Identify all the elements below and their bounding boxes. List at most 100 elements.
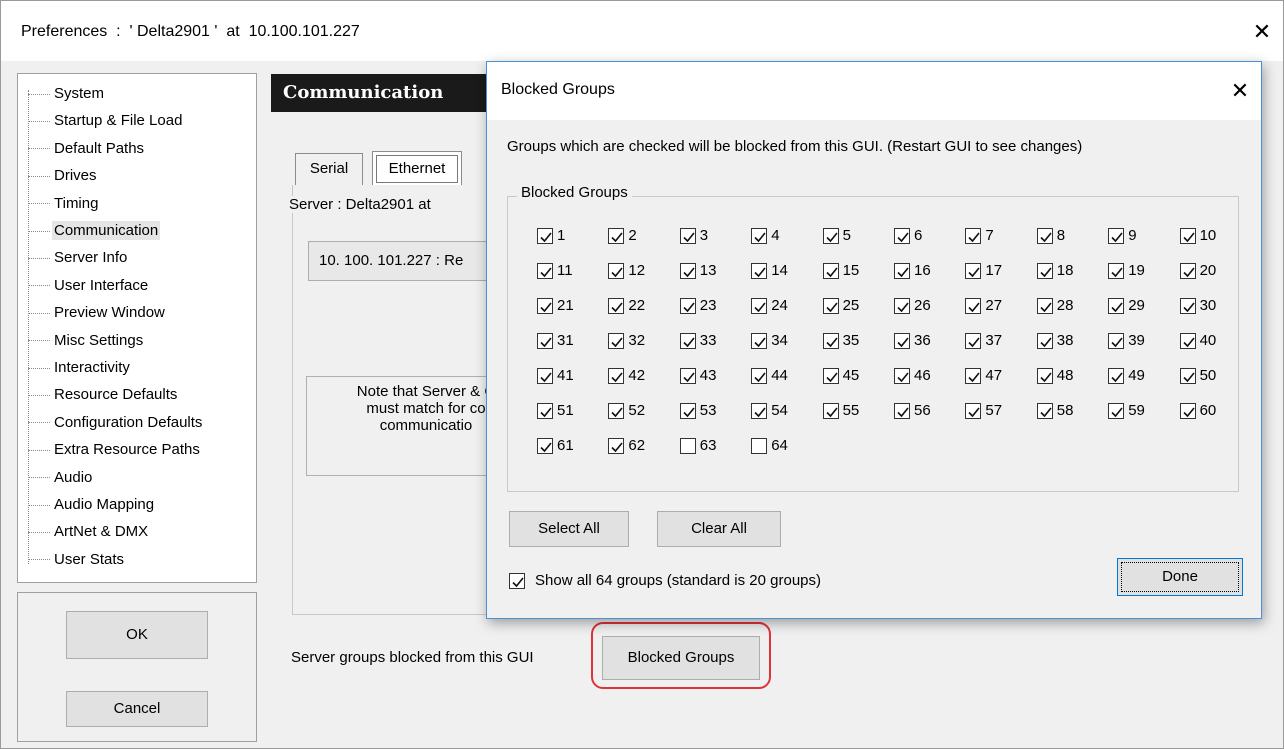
checkbox-box xyxy=(537,333,553,349)
tree-item[interactable]: User Interface xyxy=(28,272,150,299)
preferences-tree: System Startup & File Load Default Paths Dr… xyxy=(17,73,257,583)
group-number: 61 xyxy=(557,437,574,454)
group-number: 54 xyxy=(771,402,788,419)
checkbox-box xyxy=(822,368,839,384)
checkbox-box xyxy=(751,228,768,244)
checkbox-box xyxy=(965,333,982,349)
tree-item-label: Preview Window xyxy=(54,304,165,322)
checkbox-box xyxy=(1036,298,1053,314)
tree-item[interactable]: System xyxy=(28,80,106,107)
window-title: Preferences : ' Delta2901 ' at 10.100.10… xyxy=(21,23,360,40)
checkbox-box xyxy=(608,228,625,244)
dialog-title: Blocked Groups xyxy=(501,81,615,98)
highlight-ring xyxy=(591,622,771,689)
checkbox-box xyxy=(965,228,982,244)
ok-button[interactable]: OK xyxy=(66,611,208,659)
group-number: 47 xyxy=(985,367,1003,384)
tree-item[interactable]: Resource Defaults xyxy=(28,381,179,408)
group-number: 14 xyxy=(771,262,788,279)
tree-item-label: Misc Settings xyxy=(54,331,144,349)
tree-item[interactable]: Misc Settings xyxy=(28,327,145,354)
clear-all-button[interactable]: Clear All xyxy=(657,511,781,547)
tree-item[interactable]: Configuration Defaults xyxy=(28,409,204,436)
checkbox-box xyxy=(537,438,553,454)
group-number: 8 xyxy=(1056,227,1066,244)
done-button-label: Done xyxy=(1121,562,1239,592)
title-bar: Preferences : ' Delta2901 ' at 10.100.10… xyxy=(1,1,1283,61)
tree-item-label: System xyxy=(54,85,105,102)
group-number: 15 xyxy=(842,262,860,279)
checkbox-box xyxy=(965,298,982,314)
tab-ethernet[interactable]: Ethernet xyxy=(372,151,462,185)
tree-item[interactable]: Audio xyxy=(28,464,94,491)
close-icon[interactable]: ✕ xyxy=(1247,15,1277,49)
group-number: 22 xyxy=(628,297,646,314)
tab-serial[interactable]: Serial xyxy=(295,153,363,185)
tree-item[interactable]: Timing xyxy=(28,190,100,217)
group-number: 27 xyxy=(985,297,1003,314)
close-icon[interactable]: ✕ xyxy=(1225,74,1255,108)
checkbox-box xyxy=(1036,263,1053,279)
tree-item[interactable]: Default Paths xyxy=(28,135,146,162)
tree-item-label: Interactivity xyxy=(54,359,130,376)
checkbox-box xyxy=(751,333,768,349)
tree-item[interactable]: User Stats xyxy=(28,546,126,573)
checkbox-box xyxy=(894,228,910,244)
group-number: 33 xyxy=(699,332,717,349)
tree-branch xyxy=(28,230,50,232)
tree-branch xyxy=(28,93,50,95)
tree-branch xyxy=(28,120,50,122)
group-number: 45 xyxy=(842,367,860,384)
group-number: 12 xyxy=(628,262,646,279)
checkbox-box xyxy=(965,263,982,279)
select-all-button[interactable]: Select All xyxy=(509,511,629,547)
tree-item[interactable]: Server Info xyxy=(28,244,129,271)
tree-item[interactable]: Extra Resource Paths xyxy=(28,436,202,463)
group-number: 17 xyxy=(985,262,1003,279)
group-number: 52 xyxy=(628,402,646,419)
tree-item-label: Server Info xyxy=(54,249,128,267)
cancel-button[interactable]: Cancel xyxy=(66,691,208,727)
tree-item[interactable]: Interactivity xyxy=(28,354,132,381)
tree-item[interactable]: ArtNet & DMX xyxy=(28,518,150,545)
tree-item-label: User Interface xyxy=(54,276,149,294)
tree-item[interactable]: Communication xyxy=(28,217,161,244)
checkbox-box xyxy=(965,368,982,384)
tree-branch xyxy=(28,312,50,314)
done-button[interactable]: Done xyxy=(1117,558,1243,596)
tree-item[interactable]: Drives xyxy=(28,162,99,189)
checkbox-box xyxy=(679,298,696,314)
group-number: 1 xyxy=(557,227,566,244)
group-number: 5 xyxy=(842,227,851,244)
group-number: 16 xyxy=(914,262,931,279)
group-number: 60 xyxy=(1199,402,1217,419)
group-number: 4 xyxy=(771,227,780,244)
group-number: 39 xyxy=(1128,332,1145,349)
group-number: 9 xyxy=(1128,227,1137,244)
tree-item[interactable]: Startup & File Load xyxy=(28,107,184,134)
show-all-groups-label: Show all 64 groups (standard is 20 group… xyxy=(535,572,821,589)
group-number: 42 xyxy=(628,367,646,384)
checkbox-box xyxy=(894,403,910,419)
group-number: 20 xyxy=(1199,262,1217,279)
checkbox-box xyxy=(1179,228,1196,244)
group-number: 63 xyxy=(699,437,717,454)
tree-branch xyxy=(28,148,50,150)
tree-item[interactable]: Audio Mapping xyxy=(28,491,156,518)
checkbox-box xyxy=(679,368,696,384)
group-number: 36 xyxy=(914,332,931,349)
tab-ethernet-label: Ethernet xyxy=(376,155,458,183)
checkbox-box xyxy=(751,403,768,419)
tree-item-label: Audio xyxy=(54,468,93,486)
tree-item-label: ArtNet & DMX xyxy=(54,523,149,541)
checkbox-box xyxy=(537,263,553,279)
dialog-description: Groups which are checked will be blocked… xyxy=(507,138,1083,155)
checkbox-box xyxy=(822,333,839,349)
group-number: 25 xyxy=(842,297,860,314)
group-number: 19 xyxy=(1128,262,1145,279)
checkbox-box xyxy=(1108,333,1125,349)
checkbox-box xyxy=(537,298,553,314)
group-number: 31 xyxy=(557,332,574,349)
checkbox-box xyxy=(1179,263,1196,279)
tree-item[interactable]: Preview Window xyxy=(28,299,167,326)
